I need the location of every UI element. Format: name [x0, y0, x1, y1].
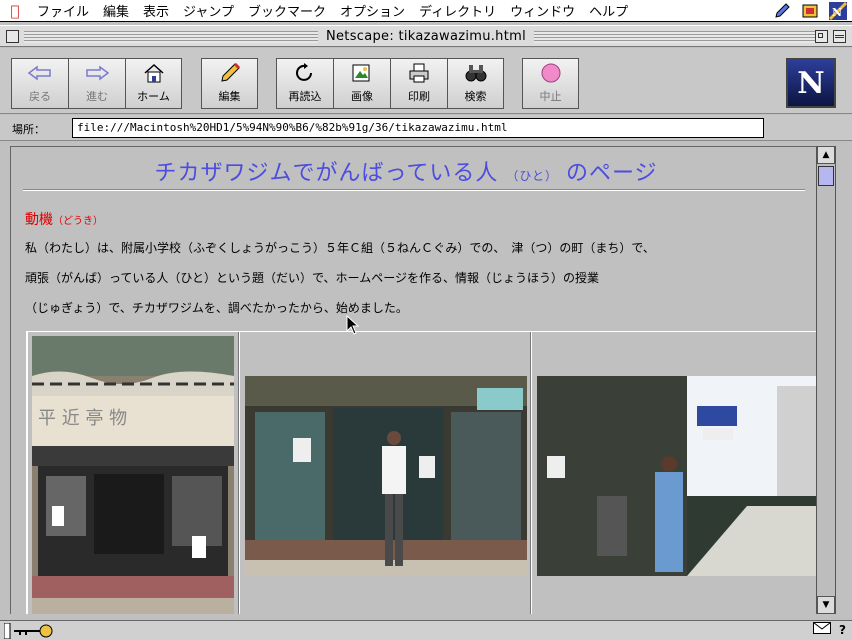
menu-bookmarks[interactable]: ブックマーク	[241, 1, 333, 20]
zoom-box-icon[interactable]	[815, 30, 828, 43]
find-button[interactable]: 検索	[447, 58, 504, 109]
forward-button[interactable]: 進む	[68, 58, 125, 109]
menubar:  ファイル 編集 表示 ジャンプ ブックマーク オプション ディレクトリ ウィ…	[0, 0, 852, 22]
horizontal-rule	[23, 189, 805, 191]
photo-cell	[531, 332, 816, 614]
vertical-scrollbar[interactable]: ▲ ▼	[816, 146, 836, 614]
location-bar: 場所： file:///Macintosh%20HD1/5%94N%90%B6/…	[0, 115, 852, 141]
netscape-logo[interactable]: N	[786, 58, 836, 108]
apple-menu-icon[interactable]: 	[0, 2, 30, 20]
netscape-app-icon[interactable]: N	[828, 1, 848, 21]
menu-file[interactable]: ファイル	[30, 1, 96, 20]
mail-icon[interactable]	[813, 622, 832, 637]
images-icon	[349, 61, 375, 85]
images-button[interactable]: 画像	[333, 58, 390, 109]
menu-window[interactable]: ウィンドウ	[503, 1, 582, 20]
shop-owner-man-photo[interactable]	[245, 376, 527, 576]
mouse-pointer-icon	[346, 314, 360, 339]
paragraph-line-2: 頑張（がんば）っている人（ひと）という題（だい）で、ホームページを作る、情報（じ…	[25, 271, 599, 285]
window-title: Netscape: tikazawazimu.html	[317, 28, 534, 44]
menu-help[interactable]: ヘルプ	[582, 1, 635, 20]
svg-text:平 近 亭 物: 平 近 亭 物	[38, 408, 127, 429]
photo-cell	[239, 332, 531, 614]
back-button[interactable]: 戻る	[11, 58, 68, 109]
security-key-icon[interactable]	[0, 622, 60, 640]
navigation-toolbar: 戻る 進む ホーム 編集 再読込 画像 印刷 検索 中止 N	[0, 48, 852, 114]
photo-cell: 平 近 亭 物	[27, 332, 239, 614]
collapse-box-icon[interactable]	[833, 30, 846, 43]
svg-text:N: N	[832, 6, 842, 19]
pencil-icon[interactable]	[772, 1, 792, 21]
window-titlebar[interactable]: Netscape: tikazawazimu.html	[0, 25, 852, 47]
printer-icon	[406, 61, 432, 85]
edit-button[interactable]: 編集	[201, 58, 258, 109]
stop-button[interactable]: 中止	[522, 58, 579, 109]
menu-options[interactable]: オプション	[333, 1, 412, 20]
scroll-up-arrow-icon[interactable]: ▲	[817, 146, 835, 164]
print-button[interactable]: 印刷	[390, 58, 447, 109]
menu-directory[interactable]: ディレクトリ	[412, 1, 503, 20]
binoculars-icon	[463, 61, 489, 85]
scroll-thumb[interactable]	[818, 166, 834, 186]
forward-arrow-icon	[84, 61, 110, 85]
menu-go[interactable]: ジャンプ	[176, 1, 241, 20]
reload-button[interactable]: 再読込	[276, 58, 333, 109]
close-box-icon[interactable]	[6, 30, 19, 43]
status-bar: ?	[0, 620, 852, 640]
edit-pencil-icon	[217, 61, 243, 85]
app-switcher-icon[interactable]	[800, 1, 820, 21]
menu-edit[interactable]: 編集	[96, 1, 136, 20]
photo-table: 平 近 亭 物	[26, 331, 816, 614]
page-title: チカザワジムでがんばっている人 （ひと） のページ	[154, 161, 658, 186]
back-arrow-icon	[27, 61, 53, 85]
paragraph-line-3: （じゅぎょう）で、チカザワジムを、調べたかったから、始めました。	[25, 301, 408, 315]
location-label: 場所：	[12, 123, 45, 136]
scroll-down-arrow-icon[interactable]: ▼	[817, 596, 835, 614]
location-url-field[interactable]: file:///Macintosh%20HD1/5%94N%90%B6/%82b…	[72, 118, 764, 138]
page-content: チカザワジムでがんばっている人 （ひと） のページ 動機（どうき） 私（わたし）…	[10, 146, 816, 614]
shop-staff-woman-photo[interactable]	[537, 376, 816, 576]
stop-icon	[538, 61, 564, 85]
reload-icon	[292, 61, 318, 85]
paragraph-line-1: 私（わたし）は、附属小学校（ふぞくしょうがっこう）５年Ｃ組（５ねんＣぐみ）での、…	[25, 241, 655, 255]
home-icon	[141, 61, 167, 85]
help-icon[interactable]: ?	[839, 623, 846, 637]
motive-heading: 動機（どうき）	[25, 212, 103, 228]
home-button[interactable]: ホーム	[125, 58, 182, 109]
store-front-photo[interactable]: 平 近 亭 物	[32, 336, 234, 614]
menu-view[interactable]: 表示	[136, 1, 176, 20]
